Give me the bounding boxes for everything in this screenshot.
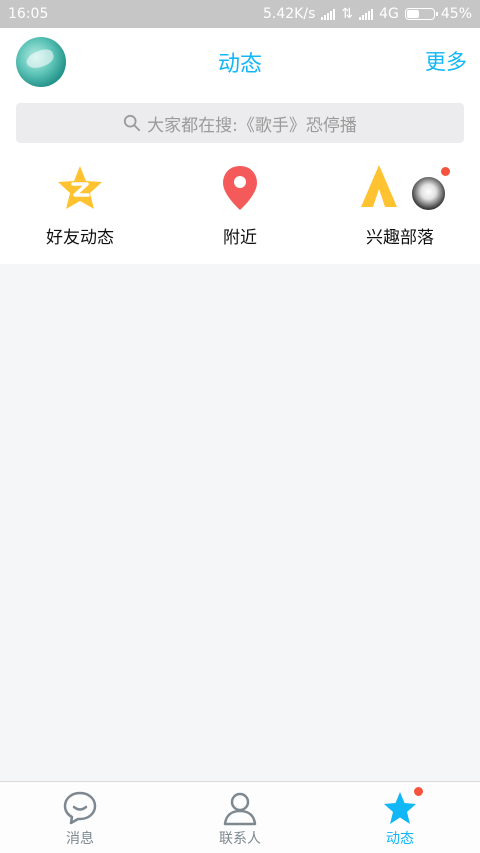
network-speed: 5.42K/s [263, 6, 316, 22]
qzone-star-icon [58, 166, 102, 209]
search-bar[interactable]: 大家都在搜:《歌手》恐停播 [16, 103, 464, 143]
search-hint: 大家都在搜:《歌手》恐停播 [147, 115, 357, 136]
battery-icon [404, 8, 438, 20]
nearby-entry[interactable]: 附近 [160, 163, 320, 253]
tribe-thumbnail [410, 175, 447, 212]
header: 动态 更多 大家都在搜:《歌手》恐停播 好友动态 附近 兴趣部落 [0, 28, 480, 264]
page-title: 动态 [217, 52, 262, 77]
notification-dot [439, 165, 452, 178]
tab-notification-dot [412, 785, 425, 798]
contacts-person-icon [223, 792, 257, 826]
search-icon [124, 114, 141, 132]
interest-tribe-entry[interactable]: 兴趣部落 [320, 163, 480, 253]
nearby-label: 附近 [223, 228, 257, 248]
more-button[interactable]: 更多 [425, 46, 467, 76]
friends-feed-entry[interactable]: 好友动态 [0, 163, 160, 253]
friends-feed-label: 好友动态 [46, 228, 114, 248]
tab-contacts-label: 联系人 [219, 831, 261, 847]
status-right: 5.42K/s ⇅ 4G 45% [263, 6, 472, 22]
location-pin-icon [223, 166, 257, 210]
signal-icon-2 [359, 8, 374, 20]
network-type: 4G [379, 6, 399, 22]
status-bar: 16:05 5.42K/s ⇅ 4G 45% [0, 0, 480, 28]
tab-messages[interactable]: 消息 [0, 782, 160, 853]
tab-contacts[interactable]: 联系人 [160, 782, 320, 853]
status-time: 16:05 [8, 6, 49, 22]
bottom-tab-bar: 消息 联系人 动态 [0, 781, 480, 853]
battery-percent: 45% [440, 6, 472, 22]
feed-content-area [0, 264, 480, 781]
tab-dynamic[interactable]: 动态 [320, 782, 480, 853]
signal-icon [321, 8, 336, 20]
tab-messages-label: 消息 [66, 831, 94, 847]
tab-dynamic-label: 动态 [386, 831, 414, 847]
data-transfer-icon: ⇅ [341, 6, 354, 22]
interest-tribe-label: 兴趣部落 [366, 228, 434, 248]
chat-bubble-icon [63, 791, 97, 825]
